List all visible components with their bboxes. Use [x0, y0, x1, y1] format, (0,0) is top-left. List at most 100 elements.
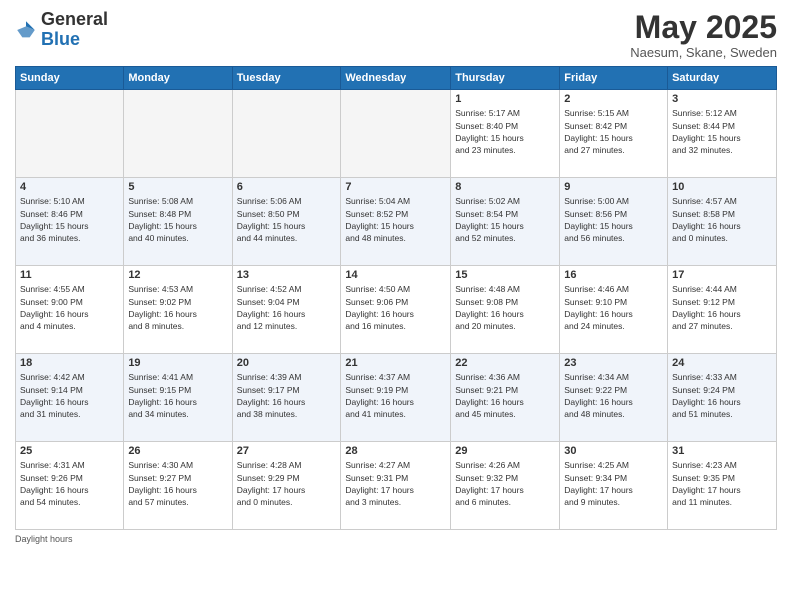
day-info: Sunrise: 4:53 AMSunset: 9:02 PMDaylight:…: [128, 283, 227, 332]
calendar-cell: 15Sunrise: 4:48 AMSunset: 9:08 PMDayligh…: [451, 266, 560, 354]
week-row-5: 25 Sunrise: 4:31 AMSunset: 9:26 PMDayligh…: [16, 442, 777, 530]
day-number: 11: [20, 269, 119, 281]
week-row-2: 4 Sunrise: 5:10 AMSunset: 8:46 PMDaylight…: [16, 178, 777, 266]
title-block: May 2025 Naesum, Skane, Sweden: [630, 10, 777, 60]
col-header-saturday: Saturday: [668, 67, 777, 90]
week-row-3: 11 Sunrise: 4:55 AMSunset: 9:00 PMDayligh…: [16, 266, 777, 354]
day-number: 6: [237, 181, 337, 193]
location-subtitle: Naesum, Skane, Sweden: [630, 45, 777, 60]
calendar-table: SundayMondayTuesdayWednesdayThursdayFrid…: [15, 66, 777, 530]
day-info: Sunrise: 4:41 AMSunset: 9:15 PMDaylight:…: [128, 371, 227, 420]
logo-icon: [15, 19, 37, 41]
logo-blue: Blue: [41, 29, 80, 49]
day-info: Sunrise: 4:39 AMSunset: 9:17 PMDaylight:…: [237, 371, 337, 420]
day-info: Sunrise: 5:10 AMSunset: 8:46 PMDaylight:…: [20, 195, 119, 244]
calendar-cell: 1Sunrise: 5:17 AMSunset: 8:40 PMDaylight…: [451, 90, 560, 178]
calendar-cell: 6 Sunrise: 5:06 AMSunset: 8:50 PMDaylight…: [232, 178, 341, 266]
calendar-cell: [341, 90, 451, 178]
calendar-cell: 4 Sunrise: 5:10 AMSunset: 8:46 PMDaylight…: [16, 178, 124, 266]
calendar-cell: 30 Sunrise: 4:25 AMSunset: 9:34 PMDayligh…: [560, 442, 668, 530]
col-header-monday: Monday: [124, 67, 232, 90]
calendar-cell: 19 Sunrise: 4:41 AMSunset: 9:15 PMDayligh…: [124, 354, 232, 442]
calendar-cell: 27Sunrise: 4:28 AMSunset: 9:29 PMDayligh…: [232, 442, 341, 530]
logo: General Blue: [15, 10, 108, 50]
page: General Blue May 2025 Naesum, Skane, Swe…: [0, 0, 792, 612]
day-number: 30: [564, 445, 663, 457]
calendar-cell: 7 Sunrise: 5:04 AMSunset: 8:52 PMDaylight…: [341, 178, 451, 266]
day-number: 31: [672, 445, 772, 457]
day-info: Sunrise: 4:25 AMSunset: 9:34 PMDaylight:…: [564, 459, 663, 508]
day-number: 27: [237, 445, 337, 457]
week-row-1: 1Sunrise: 5:17 AMSunset: 8:40 PMDaylight…: [16, 90, 777, 178]
day-info: Sunrise: 5:04 AMSunset: 8:52 PMDaylight:…: [345, 195, 446, 244]
day-info: Sunrise: 4:27 AMSunset: 9:31 PMDaylight:…: [345, 459, 446, 508]
calendar-cell: 21 Sunrise: 4:37 AMSunset: 9:19 PMDayligh…: [341, 354, 451, 442]
calendar-cell: 11 Sunrise: 4:55 AMSunset: 9:00 PMDayligh…: [16, 266, 124, 354]
calendar-cell: 23 Sunrise: 4:34 AMSunset: 9:22 PMDayligh…: [560, 354, 668, 442]
day-number: 17: [672, 269, 772, 281]
day-number: 7: [345, 181, 446, 193]
calendar-cell: 18 Sunrise: 4:42 AMSunset: 9:14 PMDayligh…: [16, 354, 124, 442]
day-number: 3: [672, 93, 772, 105]
logo-general: General: [41, 9, 108, 29]
calendar-cell: 5Sunrise: 5:08 AMSunset: 8:48 PMDaylight…: [124, 178, 232, 266]
day-info: Sunrise: 5:06 AMSunset: 8:50 PMDaylight:…: [237, 195, 337, 244]
day-number: 15: [455, 269, 555, 281]
day-info: Sunrise: 4:31 AMSunset: 9:26 PMDaylight:…: [20, 459, 119, 508]
col-header-friday: Friday: [560, 67, 668, 90]
day-info: Sunrise: 4:52 AMSunset: 9:04 PMDaylight:…: [237, 283, 337, 332]
day-number: 2: [564, 93, 663, 105]
month-title: May 2025: [630, 10, 777, 45]
day-info: Sunrise: 4:37 AMSunset: 9:19 PMDaylight:…: [345, 371, 446, 420]
day-number: 23: [564, 357, 663, 369]
col-header-wednesday: Wednesday: [341, 67, 451, 90]
calendar-cell: 17Sunrise: 4:44 AMSunset: 9:12 PMDayligh…: [668, 266, 777, 354]
day-number: 18: [20, 357, 119, 369]
calendar-cell: 29Sunrise: 4:26 AMSunset: 9:32 PMDayligh…: [451, 442, 560, 530]
week-row-4: 18 Sunrise: 4:42 AMSunset: 9:14 PMDayligh…: [16, 354, 777, 442]
calendar-cell: 28 Sunrise: 4:27 AMSunset: 9:31 PMDayligh…: [341, 442, 451, 530]
day-number: 12: [128, 269, 227, 281]
day-info: Sunrise: 5:15 AMSunset: 8:42 PMDaylight:…: [564, 107, 663, 156]
day-number: 9: [564, 181, 663, 193]
footer: Daylight hours: [15, 534, 777, 544]
calendar-cell: 20 Sunrise: 4:39 AMSunset: 9:17 PMDayligh…: [232, 354, 341, 442]
day-number: 24: [672, 357, 772, 369]
calendar-cell: 2 Sunrise: 5:15 AMSunset: 8:42 PMDaylight…: [560, 90, 668, 178]
calendar-cell: 14Sunrise: 4:50 AMSunset: 9:06 PMDayligh…: [341, 266, 451, 354]
day-info: Sunrise: 4:30 AMSunset: 9:27 PMDaylight:…: [128, 459, 227, 508]
day-number: 16: [564, 269, 663, 281]
day-info: Sunrise: 4:50 AMSunset: 9:06 PMDaylight:…: [345, 283, 446, 332]
day-number: 19: [128, 357, 227, 369]
col-header-tuesday: Tuesday: [232, 67, 341, 90]
day-number: 13: [237, 269, 337, 281]
day-info: Sunrise: 4:23 AMSunset: 9:35 PMDaylight:…: [672, 459, 772, 508]
calendar-cell: 13 Sunrise: 4:52 AMSunset: 9:04 PMDayligh…: [232, 266, 341, 354]
day-info: Sunrise: 5:08 AMSunset: 8:48 PMDaylight:…: [128, 195, 227, 244]
day-info: Sunrise: 4:46 AMSunset: 9:10 PMDaylight:…: [564, 283, 663, 332]
day-number: 1: [455, 93, 555, 105]
day-number: 21: [345, 357, 446, 369]
day-info: Sunrise: 4:42 AMSunset: 9:14 PMDaylight:…: [20, 371, 119, 420]
day-number: 28: [345, 445, 446, 457]
header: General Blue May 2025 Naesum, Skane, Swe…: [15, 10, 777, 60]
calendar-cell: [16, 90, 124, 178]
logo-text: General Blue: [41, 10, 108, 50]
calendar-cell: 12 Sunrise: 4:53 AMSunset: 9:02 PMDayligh…: [124, 266, 232, 354]
daylight-label: Daylight hours: [15, 534, 73, 544]
calendar-cell: [232, 90, 341, 178]
day-number: 25: [20, 445, 119, 457]
day-info: Sunrise: 4:26 AMSunset: 9:32 PMDaylight:…: [455, 459, 555, 508]
day-info: Sunrise: 4:33 AMSunset: 9:24 PMDaylight:…: [672, 371, 772, 420]
day-number: 20: [237, 357, 337, 369]
day-number: 4: [20, 181, 119, 193]
col-header-thursday: Thursday: [451, 67, 560, 90]
day-info: Sunrise: 4:55 AMSunset: 9:00 PMDaylight:…: [20, 283, 119, 332]
day-info: Sunrise: 4:34 AMSunset: 9:22 PMDaylight:…: [564, 371, 663, 420]
calendar-cell: 22Sunrise: 4:36 AMSunset: 9:21 PMDayligh…: [451, 354, 560, 442]
day-info: Sunrise: 5:12 AMSunset: 8:44 PMDaylight:…: [672, 107, 772, 156]
col-header-sunday: Sunday: [16, 67, 124, 90]
day-info: Sunrise: 4:57 AMSunset: 8:58 PMDaylight:…: [672, 195, 772, 244]
calendar-cell: [124, 90, 232, 178]
calendar-cell: 8Sunrise: 5:02 AMSunset: 8:54 PMDaylight…: [451, 178, 560, 266]
